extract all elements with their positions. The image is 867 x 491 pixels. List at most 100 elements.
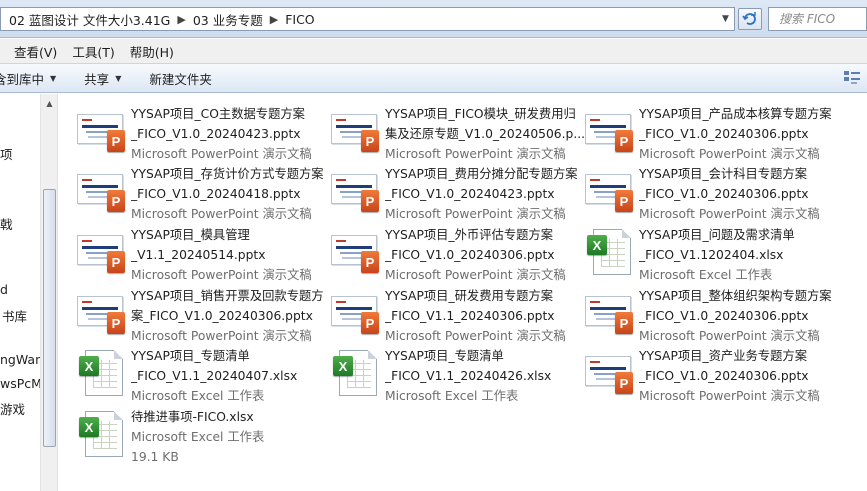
file-name: _FICO_V1.0_20240306.pptx xyxy=(639,187,809,201)
new-folder-button[interactable]: 新建文件夹 xyxy=(149,69,212,88)
share-button[interactable]: 共享 ▼ xyxy=(84,69,121,88)
file-name: _FICO_V1.0_20240306.pptx xyxy=(639,127,809,141)
share-label: 共享 xyxy=(84,71,110,87)
file-item[interactable]: P YYSAP项目_资产业务专题方案 _FICO_V1.0_20240306.pp… xyxy=(585,346,835,404)
powerpoint-file-icon: P xyxy=(331,229,383,277)
file-name: _FICO_V1.1_20240426.xlsx xyxy=(385,369,552,383)
file-type: Microsoft Excel 工作表 xyxy=(639,268,773,282)
chevron-down-icon: ▼ xyxy=(115,73,122,83)
file-item[interactable]: P YYSAP项目_整体组织架构专题方案 _FICO_V1.0_20240306.… xyxy=(585,286,835,344)
file-name: 集及还原专题_V1.0_20240506.p... xyxy=(385,127,585,141)
file-name: _FICO_V1.0_20240423.pptx xyxy=(385,187,555,201)
file-type: Microsoft PowerPoint 演示文稿 xyxy=(385,329,566,343)
file-name: YYSAP项目_资产业务专题方案 xyxy=(639,349,808,363)
address-bar-row: 02 蓝图设计 文件大小3.41G ▶ 03 业务专题 ▶ FICO ▼ 搜索 … xyxy=(0,0,867,38)
powerpoint-file-icon: P xyxy=(585,290,637,338)
change-view-icon[interactable] xyxy=(843,70,861,86)
file-name: YYSAP项目_外币评估专题方案 xyxy=(385,228,554,242)
file-type: Microsoft PowerPoint 演示文稿 xyxy=(385,147,566,161)
powerpoint-file-icon: P xyxy=(331,168,383,216)
file-name: _FICO_V1.1_20240407.xlsx xyxy=(131,369,298,383)
file-item[interactable]: P YYSAP项目_研发费用专题方案 _FICO_V1.1_20240306.pp… xyxy=(331,286,581,344)
powerpoint-file-icon: P xyxy=(77,229,129,277)
file-type: Microsoft PowerPoint 演示文稿 xyxy=(385,268,566,282)
file-item[interactable]: P YYSAP项目_外币评估专题方案 _FICO_V1.0_20240306.pp… xyxy=(331,225,581,283)
file-item[interactable]: P YYSAP项目_FICO模块_研发费用归 集及还原专题_V1.0_202405… xyxy=(331,104,585,162)
breadcrumb-separator-icon[interactable]: ▶ xyxy=(270,13,278,26)
menu-tools[interactable]: 工具(T) xyxy=(72,42,114,61)
menu-view[interactable]: 查看(V) xyxy=(14,42,57,61)
excel-file-icon: X xyxy=(77,350,129,398)
file-name: _FICO_V1.0_20240418.pptx xyxy=(131,187,301,201)
address-bar[interactable]: 02 蓝图设计 文件大小3.41G ▶ 03 业务专题 ▶ FICO xyxy=(0,7,735,31)
file-name: YYSAP项目_会计科目专题方案 xyxy=(639,167,808,181)
chevron-down-icon: ▼ xyxy=(50,73,57,83)
file-item[interactable]: P YYSAP项目_会计科目专题方案 _FICO_V1.0_20240306.pp… xyxy=(585,164,835,222)
breadcrumb-segment-1[interactable]: 02 蓝图设计 文件大小3.41G xyxy=(9,10,170,29)
file-name: YYSAP项目_CO主数据专题方案 xyxy=(131,107,305,121)
file-name: YYSAP项目_模具管理 xyxy=(131,228,250,242)
file-item[interactable]: P YYSAP项目_产品成本核算专题方案 _FICO_V1.0_20240306.… xyxy=(585,104,835,162)
file-name: _FICO_V1.1_20240306.pptx xyxy=(385,309,555,323)
file-name: _FICO_V1.0_20240306.pptx xyxy=(639,369,809,383)
include-in-library-button[interactable]: 含到库中 ▼ xyxy=(0,69,56,88)
file-type: Microsoft Excel 工作表 xyxy=(131,389,265,403)
powerpoint-file-icon: P xyxy=(331,108,383,156)
menu-help[interactable]: 帮助(H) xyxy=(130,42,174,61)
file-name: YYSAP项目_专题清单 xyxy=(131,349,250,363)
refresh-button[interactable] xyxy=(738,8,762,30)
navigation-pane: 项 戟 d 书库 ngWan wsPcMa 游戏 ▲ xyxy=(0,94,58,491)
file-name: _FICO_V1.1202404.xlsx xyxy=(639,248,784,262)
file-item[interactable]: P YYSAP项目_CO主数据专题方案 _FICO_V1.0_20240423.p… xyxy=(77,104,327,162)
file-type: Microsoft PowerPoint 演示文稿 xyxy=(131,147,312,161)
file-name: YYSAP项目_FICO模块_研发费用归 xyxy=(385,107,576,121)
scroll-up-icon[interactable]: ▲ xyxy=(41,96,57,110)
nav-item[interactable]: d xyxy=(0,282,8,297)
file-item[interactable]: X 待推进事项-FICO.xlsx Microsoft Excel 工作表 19.1… xyxy=(77,407,327,465)
nav-scrollbar[interactable]: ▲ xyxy=(40,94,57,491)
file-item[interactable]: P YYSAP项目_费用分摊分配专题方案 _FICO_V1.0_20240423.… xyxy=(331,164,581,222)
file-type: Microsoft PowerPoint 演示文稿 xyxy=(385,207,566,221)
file-list: P YYSAP项目_CO主数据专题方案 _FICO_V1.0_20240423.p… xyxy=(59,94,867,491)
file-name: _FICO_V1.0_20240306.pptx xyxy=(639,309,809,323)
file-type: Microsoft PowerPoint 演示文稿 xyxy=(131,207,312,221)
file-item[interactable]: X YYSAP项目_问题及需求清单 _FICO_V1.1202404.xlsx Mi… xyxy=(585,225,835,283)
file-type: Microsoft PowerPoint 演示文稿 xyxy=(131,329,312,343)
powerpoint-file-icon: P xyxy=(585,108,637,156)
excel-file-icon: X xyxy=(331,350,383,398)
file-name: YYSAP项目_整体组织架构专题方案 xyxy=(639,289,832,303)
file-name: YYSAP项目_专题清单 xyxy=(385,349,504,363)
breadcrumb-segment-2[interactable]: 03 业务专题 xyxy=(193,10,263,29)
nav-item[interactable]: 项 xyxy=(0,144,13,163)
file-item[interactable]: P YYSAP项目_销售开票及回款专题方 案_FICO_V1.0_20240306… xyxy=(77,286,327,344)
file-item[interactable]: P YYSAP项目_模具管理 _V1.1_20240514.pptx Microso… xyxy=(77,225,327,283)
file-item[interactable]: P YYSAP项目_存货计价方式专题方案 _FICO_V1.0_20240418.… xyxy=(77,164,327,222)
file-type: Microsoft PowerPoint 演示文稿 xyxy=(131,268,312,282)
excel-file-icon: X xyxy=(585,229,637,277)
breadcrumb-separator-icon[interactable]: ▶ xyxy=(177,13,185,26)
command-toolbar: 含到库中 ▼ 共享 ▼ 新建文件夹 xyxy=(0,63,867,93)
include-in-library-label: 含到库中 xyxy=(0,71,45,87)
nav-item[interactable]: ngWan xyxy=(0,352,43,367)
powerpoint-file-icon: P xyxy=(585,168,637,216)
scroll-thumb[interactable] xyxy=(43,189,56,447)
file-name: YYSAP项目_研发费用专题方案 xyxy=(385,289,554,303)
file-item[interactable]: X YYSAP项目_专题清单 _FICO_V1.1_20240407.xlsx Mi… xyxy=(77,346,327,404)
file-type: Microsoft Excel 工作表 xyxy=(131,430,265,444)
nav-item[interactable]: 书库 xyxy=(2,306,27,325)
file-name: _FICO_V1.0_20240423.pptx xyxy=(131,127,301,141)
nav-item[interactable]: 游戏 xyxy=(0,399,25,418)
nav-item[interactable]: 戟 xyxy=(0,214,13,233)
file-size: 19.1 KB xyxy=(131,450,179,464)
powerpoint-file-icon: P xyxy=(77,108,129,156)
file-item[interactable]: X YYSAP项目_专题清单 _FICO_V1.1_20240426.xlsx Mi… xyxy=(331,346,581,404)
file-name: _V1.1_20240514.pptx xyxy=(131,248,266,262)
file-type: Microsoft Excel 工作表 xyxy=(385,389,519,403)
address-history-dropdown-icon[interactable]: ▼ xyxy=(717,8,734,30)
menu-bar: 查看(V) 工具(T) 帮助(H) xyxy=(0,39,867,63)
breadcrumb-segment-3[interactable]: FICO xyxy=(285,12,314,27)
excel-file-icon: X xyxy=(77,411,129,459)
powerpoint-file-icon: P xyxy=(331,290,383,338)
search-input[interactable]: 搜索 FICO xyxy=(768,7,867,31)
file-type: Microsoft PowerPoint 演示文稿 xyxy=(639,329,820,343)
